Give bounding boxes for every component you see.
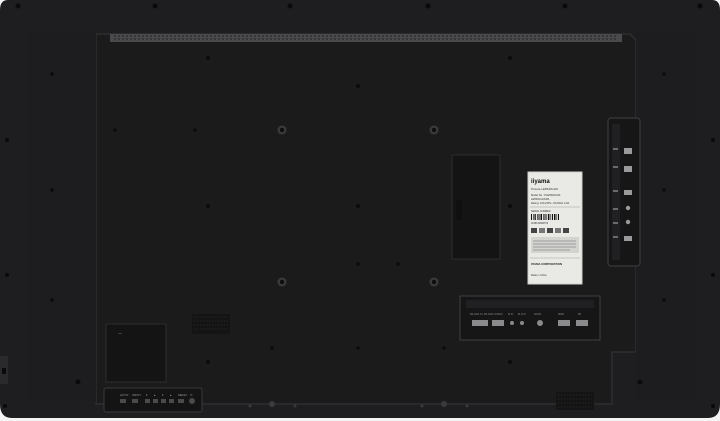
rs232c-in-port[interactable] xyxy=(472,320,488,326)
io-label-3: IR IN xyxy=(508,314,514,316)
label-origin: Made in China xyxy=(531,274,547,277)
side-audio-jack[interactable] xyxy=(625,205,631,211)
up-button-1[interactable] xyxy=(153,399,158,403)
io-label-5: AUDIO xyxy=(534,313,541,316)
button-label-auto: AUTO xyxy=(120,393,129,397)
label-model-code: LE5540UHS-B1 xyxy=(531,197,550,201)
side-hdmi-port[interactable] xyxy=(624,190,632,195)
ir-in-jack[interactable] xyxy=(510,321,514,325)
side-ir-jack[interactable] xyxy=(625,219,631,225)
ac-symbol-icon: ~ xyxy=(118,331,122,338)
ir-out-jack[interactable] xyxy=(520,321,524,325)
lan-port[interactable] xyxy=(492,320,504,326)
button-label-input: INPUT xyxy=(132,393,141,397)
dp-port[interactable] xyxy=(576,320,588,326)
input-button[interactable] xyxy=(132,399,138,403)
up-button-2[interactable] xyxy=(169,399,174,403)
io-label-0: RS-232C IN xyxy=(470,314,483,316)
power-button[interactable] xyxy=(189,398,195,404)
label-rating: Rating: 100-240V~ 50-60Hz 2.0A xyxy=(531,201,570,205)
button-label-menu: MENU xyxy=(178,393,187,397)
power-inlet: ~ xyxy=(105,323,167,383)
label-brand: iiyama xyxy=(531,179,550,185)
label-serial-number: 1158134800573 xyxy=(531,222,549,225)
io-label-6: HDMI xyxy=(558,314,564,316)
io-label-7: DP xyxy=(578,314,582,316)
monitor-back-photo: iiyama ProLite LE5540UHS Model No.: PLE5… xyxy=(0,0,720,421)
label-model-no: Model No.: PLE5540UHS xyxy=(531,193,561,197)
rating-label: iiyama ProLite LE5540UHS Model No.: PLE5… xyxy=(527,171,583,285)
lower-vent-right xyxy=(556,392,594,410)
label-warning-block xyxy=(531,237,579,253)
top-vent xyxy=(110,34,622,42)
side-io-panel xyxy=(607,117,641,267)
control-button-strip: AUTO INPUT ▾ ▴ ▾ ▴ MENU ⏻ xyxy=(103,387,203,413)
hdmi-port[interactable] xyxy=(558,320,570,326)
menu-button[interactable] xyxy=(178,399,184,403)
down-button-1[interactable] xyxy=(145,399,150,403)
side-usb-port-2[interactable] xyxy=(624,166,632,172)
lower-vent-left xyxy=(192,314,230,334)
audio-jack[interactable] xyxy=(537,320,543,326)
serial-barcode-icon xyxy=(531,214,559,220)
label-manufacturer: IIYAMA CORPORATION xyxy=(531,262,562,266)
auto-button[interactable] xyxy=(120,399,126,403)
label-product-line: ProLite LE5540UHS xyxy=(531,187,558,191)
certification-marks-icon xyxy=(531,228,569,233)
io-label-4: IR OUT xyxy=(518,314,526,316)
side-dp-port[interactable] xyxy=(624,236,632,241)
down-button-2[interactable] xyxy=(161,399,166,403)
io-label-2: LAN xyxy=(498,313,503,316)
bottom-io-panel: RS-232C IN RS-232C OUT LAN IR IN IR OUT … xyxy=(459,295,601,341)
monitor-rear-panel: iiyama ProLite LE5540UHS Model No.: PLE5… xyxy=(0,0,720,421)
label-serial-caption: SERIAL NUMBER xyxy=(531,210,551,213)
side-usb-port-1[interactable] xyxy=(624,148,632,154)
